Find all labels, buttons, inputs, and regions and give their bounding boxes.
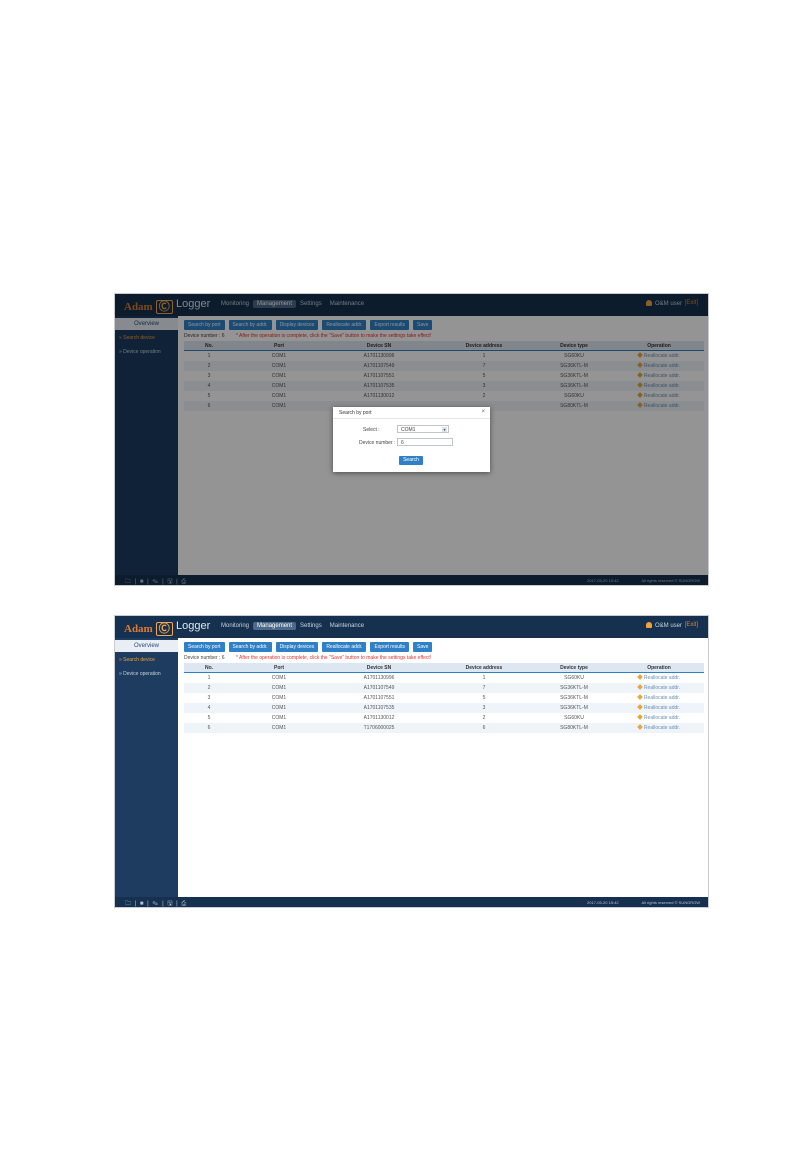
nav-monitoring[interactable]: Monitoring	[217, 622, 253, 630]
device-count: 6	[221, 655, 225, 661]
col-device-type: Device type	[534, 663, 614, 673]
screenshot-search-results: Adam Ⓒ Logger Monitoring Management Setti…	[115, 616, 708, 907]
device-number-line: Device number : 6 * After the operation …	[184, 655, 432, 661]
nav-settings[interactable]: Settings	[296, 622, 326, 630]
col-no: No.	[184, 663, 234, 673]
exit-link[interactable]: [Exit]	[685, 622, 698, 628]
main-panel: Search by port Search by addr. Display d…	[178, 638, 708, 897]
reallocate-addr-link[interactable]: Reallocate addr.	[614, 683, 704, 693]
toolbar: Search by port Search by addr. Display d…	[184, 642, 433, 652]
search-by-addr-button[interactable]: Search by addr.	[228, 642, 272, 652]
footer-icons[interactable]: 🗀 | ■ | ✎ | 🖫 | ⎙	[125, 899, 187, 907]
dialog-title: Search by port	[339, 410, 372, 416]
col-port: Port	[234, 663, 324, 673]
col-operation: Operation	[614, 663, 704, 673]
pencil-icon	[637, 714, 643, 720]
col-device-sn: Device SN	[324, 663, 434, 673]
dialog-header: Search by port ×	[333, 407, 490, 419]
sidebar-item-device-operation[interactable]: » Device operation	[119, 671, 161, 677]
nav-maintenance[interactable]: Maintenance	[326, 622, 368, 630]
display-devices-button[interactable]: Display devices	[275, 642, 319, 652]
select-label: Select :	[363, 427, 380, 433]
main-nav: Monitoring Management Settings Maintenan…	[217, 622, 368, 630]
search-by-port-dialog: Search by port × Select : COM1 ▾ Device n…	[333, 407, 490, 472]
device-number-label: Device number :	[359, 440, 396, 446]
brand-logo: Adam Ⓒ	[124, 620, 173, 636]
reallocate-addr-link[interactable]: Reallocate addr.	[614, 703, 704, 713]
save-button[interactable]: Save	[413, 642, 433, 652]
footer-time: 2017-05-20 15:42	[587, 900, 619, 905]
reallocate-addr-link[interactable]: Reallocate addr.	[614, 693, 704, 703]
pencil-icon	[637, 674, 643, 680]
table-row: 5 COM1 A1701130012 2 SG60KU Reallocate addr.	[184, 713, 704, 723]
pencil-icon	[637, 724, 643, 730]
chevron-down-icon: ▾	[442, 427, 447, 432]
reallocate-addr-button[interactable]: Reallocate addr.	[322, 642, 367, 652]
pencil-icon	[637, 704, 643, 710]
table-row: 1 COM1 A1701130996 1 SG60KU Reallocate addr.	[184, 673, 704, 684]
footer-copyright: All rights reserved © SUNGROW	[641, 900, 700, 905]
sidebar: Overview » Search device » Device operat…	[115, 638, 178, 897]
search-button[interactable]: Search	[399, 456, 423, 465]
top-bar: Adam Ⓒ Logger Monitoring Management Setti…	[115, 616, 708, 638]
user-info: O&M user	[645, 622, 682, 629]
user-icon	[645, 622, 652, 628]
reallocate-addr-link[interactable]: Reallocate addr.	[614, 713, 704, 723]
reallocate-addr-link[interactable]: Reallocate addr.	[614, 673, 704, 684]
pencil-icon	[637, 694, 643, 700]
product-name: Logger	[176, 620, 211, 632]
close-icon[interactable]: ×	[481, 409, 485, 415]
table-row: 3 COM1 A1701107551 5 SG36KTL-M Reallocate add…	[184, 693, 704, 703]
screenshot-search-by-port: Adam Ⓒ Logger Monitoring Management Setti…	[115, 294, 708, 585]
search-by-port-button[interactable]: Search by port	[184, 642, 225, 652]
sidebar-item-search-device[interactable]: » Search device	[119, 657, 155, 663]
footer-bar: 🗀 | ■ | ✎ | 🖫 | ⎙ 2017-05-20 15:42 All r…	[115, 897, 708, 907]
save-note: * After the operation is complete, click…	[235, 655, 432, 661]
nav-management[interactable]: Management	[253, 622, 297, 630]
table-row: 6 COM1 T1706000025 6 SG80KTL-M Reallocate add…	[184, 723, 704, 733]
reallocate-addr-link[interactable]: Reallocate addr.	[614, 723, 704, 733]
device-table: No. Port Device SN Device address Device…	[184, 663, 704, 733]
export-results-button[interactable]: Export results	[370, 642, 410, 652]
port-select[interactable]: COM1 ▾	[397, 425, 449, 433]
pencil-icon	[637, 684, 643, 690]
table-row: 2 COM1 A1701107549 7 SG36KTL-M Reallocate add…	[184, 683, 704, 693]
sidebar-overview[interactable]: Overview	[115, 640, 178, 652]
col-device-address: Device address	[434, 663, 534, 673]
table-row: 4 COM1 A1701107535 3 SG36KTL-M Reallocate add…	[184, 703, 704, 713]
device-number-input[interactable]: 6	[397, 438, 453, 446]
